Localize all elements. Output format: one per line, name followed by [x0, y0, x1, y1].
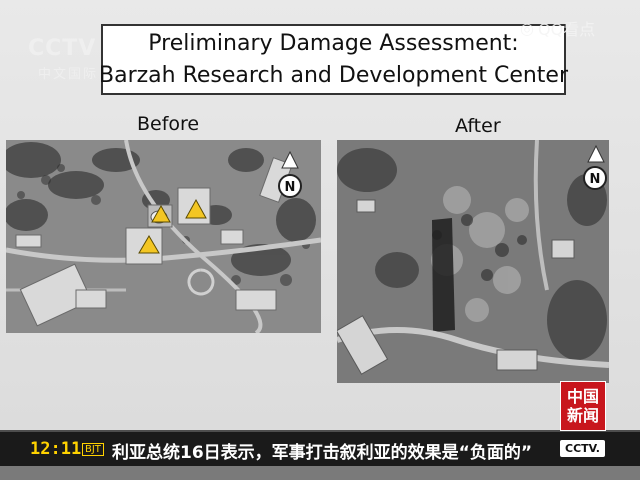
slide-title-line-2: Barzah Research and Development Center [99, 62, 569, 88]
news-badge-line-2: 新闻 [566, 406, 599, 425]
cctv-channel-subtitle: 中文国际 [38, 67, 99, 82]
bottom-strip [0, 466, 640, 480]
ticker-headline: 利亚总统16日表示，军事打击叙利亚的效果是“负面的” [112, 443, 533, 463]
before-label: Before [137, 113, 200, 135]
slide-title-line-1: Preliminary Damage Assessment: [148, 30, 519, 56]
qq-watermark-text: QQ看点 [537, 20, 596, 39]
before-satellite-image: N [6, 140, 321, 333]
news-badge-line-1: 中国 [566, 387, 599, 406]
qq-eye-icon: ◎ [520, 18, 534, 38]
ticker-cctv-logo: CCTV. [560, 440, 605, 457]
slide-title-box: Preliminary Damage Assessment: Barzah Re… [99, 24, 569, 95]
after-label: After [455, 115, 501, 137]
ticker-timezone: BJT [82, 443, 104, 456]
after-north-label: N [590, 172, 601, 187]
after-satellite-image: N [337, 140, 609, 383]
ticker-clock: 12:11 [30, 439, 82, 459]
before-north-label: N [285, 180, 296, 195]
cctv-channel-logo: CCTV [28, 36, 97, 61]
china-news-badge: 中国 新闻 [560, 381, 606, 431]
qq-watermark: ◎ QQ看点 [520, 16, 595, 40]
